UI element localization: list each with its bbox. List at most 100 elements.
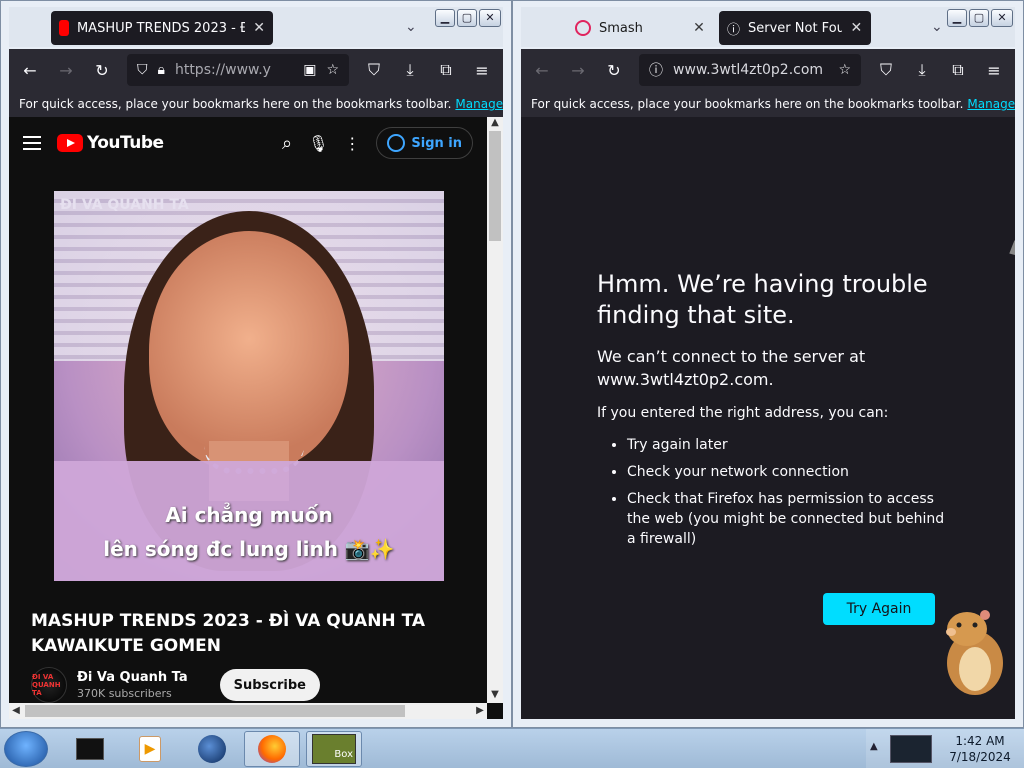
channel-name[interactable]: Đi Va Quanh Ta (77, 670, 188, 685)
url-bar[interactable]: ⛉ 🔒︎ https://www.y ▣ ☆ (127, 54, 349, 86)
terminal-icon[interactable] (62, 731, 118, 767)
scroll-down-icon[interactable]: ▼ (487, 689, 503, 703)
error-heading: Hmm. We’re having trouble finding that s… (597, 270, 928, 329)
tab-title: Smash (599, 20, 643, 36)
tab-smash[interactable]: Smash ✕ (567, 11, 715, 45)
tab-youtube[interactable]: MASHUP TRENDS 2023 - ĐÌ VA QUANH TA ✕ (51, 11, 273, 45)
tab-title: Server Not Found (748, 20, 842, 36)
bookmarks-toolbar: For quick access, place your bookmarks h… (521, 91, 1015, 117)
extensions-icon[interactable]: ⧉ (947, 59, 969, 81)
video-caption-line1: Ai chẳng muốn (165, 503, 333, 527)
url-bar[interactable]: ⓘ www.3wtl4zt0p2.com ☆ (639, 54, 861, 86)
close-tab-icon[interactable]: ✕ (691, 20, 707, 36)
forward-arrow-icon[interactable]: → (567, 59, 589, 81)
clock-time: 1:42 AM (955, 734, 1005, 748)
youtube-page: YouTube ⌕ 🎙︎ ⋮ Sign in ĐI VA QUANH TA Ai… (9, 117, 503, 719)
network-tray-icon[interactable] (890, 735, 932, 763)
back-arrow-icon[interactable]: ← (19, 59, 41, 81)
manage-bookmarks-link[interactable]: Manage bookmarks (455, 97, 503, 111)
clock[interactable]: 1:42 AM 7/18/2024 (940, 733, 1020, 765)
forward-arrow-icon[interactable]: → (55, 59, 77, 81)
reload-icon[interactable]: ↻ (603, 59, 625, 81)
microphone-icon[interactable]: 🎙︎ (308, 134, 328, 153)
url-text[interactable]: https://www.y (175, 62, 271, 78)
bookmark-star-icon[interactable]: ☆ (326, 62, 339, 78)
channel-avatar[interactable]: ĐI VA QUANH TA (31, 667, 67, 703)
horizontal-scrollbar[interactable]: ◀ ▶ (9, 703, 487, 719)
window-caption-buttons: ▁ ▢ ✕ (435, 9, 501, 27)
close-tab-icon[interactable]: ✕ (253, 20, 265, 36)
start-orb-icon[interactable] (4, 731, 48, 767)
list-tabs-chevron-icon[interactable]: ⌄ (931, 19, 943, 35)
browser-window-right: Smash ✕ ⓘ Server Not Found ✕ ⌄ ▁ ▢ ✕ ← →… (512, 0, 1024, 728)
picture-in-picture-icon[interactable]: ▣ (303, 62, 316, 78)
firefox-icon[interactable] (244, 731, 300, 767)
info-icon[interactable]: ⓘ (649, 60, 663, 80)
hamster-box-icon[interactable]: Box (306, 731, 362, 767)
error-hint: If you entered the right address, you ca… (597, 405, 889, 421)
search-icon[interactable]: ⌕ (282, 133, 292, 154)
subscriber-count: 370K subscribers (77, 687, 172, 700)
info-icon: ⓘ (727, 22, 741, 38)
url-text[interactable]: www.3wtl4zt0p2.com (673, 62, 823, 78)
lock-icon[interactable]: 🔒︎ (158, 62, 165, 78)
suggestion-item: Check that Firefox has permission to acc… (627, 489, 947, 549)
close-window-button[interactable]: ✕ (479, 9, 501, 27)
video-player[interactable]: ĐI VA QUANH TA Ai chẳng muốn lên sóng đc… (54, 191, 444, 581)
hscrollbar-thumb[interactable] (25, 705, 405, 717)
scroll-left-icon[interactable]: ◀ (9, 703, 23, 719)
video-watermark: ĐI VA QUANH TA (60, 197, 189, 213)
youtube-header: YouTube ⌕ 🎙︎ ⋮ Sign in (9, 117, 487, 169)
back-arrow-icon[interactable]: ← (531, 59, 553, 81)
suggestion-item: Try again later (627, 435, 947, 455)
try-again-button[interactable]: Try Again (823, 593, 935, 625)
clock-date: 7/18/2024 (949, 750, 1011, 764)
mouse-cursor-icon (994, 240, 1015, 272)
close-window-button[interactable]: ✕ (991, 9, 1013, 27)
tab-title: MASHUP TRENDS 2023 - ĐÌ VA QUANH TA (76, 20, 246, 36)
youtube-logo[interactable]: YouTube (57, 133, 164, 153)
scroll-up-icon[interactable]: ▲ (487, 117, 503, 131)
suggestion-item: Check your network connection (627, 462, 947, 482)
pocket-icon[interactable]: ⛉ (875, 59, 897, 81)
downloads-icon[interactable]: ⤓ (399, 59, 421, 81)
error-lead: We can’t connect to the server at www.3w… (597, 347, 866, 389)
tray-expand-icon[interactable]: ▲ (870, 741, 878, 752)
hamster-desktop-pet-icon[interactable] (937, 605, 1011, 697)
tab-server-not-found[interactable]: ⓘ Server Not Found ✕ (719, 11, 871, 45)
list-tabs-chevron-icon[interactable]: ⌄ (405, 19, 417, 35)
error-message: Hmm. We’re having trouble finding that s… (597, 269, 947, 556)
scroll-right-icon[interactable]: ▶ (473, 703, 487, 719)
maximize-button[interactable]: ▢ (969, 9, 989, 27)
bookmarks-hint: For quick access, place your bookmarks h… (531, 97, 964, 111)
nav-toolbar: ← → ↻ ⛉ 🔒︎ https://www.y ▣ ☆ ⛉ ⤓ ⧉ ≡ (9, 49, 503, 91)
extensions-icon[interactable]: ⧉ (435, 59, 457, 81)
media-player-icon[interactable]: ▶ (122, 731, 178, 767)
youtube-favicon-icon (59, 20, 69, 36)
globe-icon[interactable] (184, 731, 240, 767)
minimize-button[interactable]: ▁ (435, 9, 455, 27)
sign-in-button[interactable]: Sign in (376, 127, 473, 159)
more-options-icon[interactable]: ⋮ (344, 134, 360, 153)
vertical-scrollbar[interactable]: ▲ ▼ (487, 117, 503, 703)
youtube-play-icon (57, 134, 83, 152)
nav-toolbar: ← → ↻ ⓘ www.3wtl4zt0p2.com ☆ ⛉ ⤓ ⧉ ≡ (521, 49, 1015, 91)
menu-icon[interactable]: ≡ (983, 59, 1005, 81)
downloads-icon[interactable]: ⤓ (911, 59, 933, 81)
close-tab-icon[interactable]: ✕ (850, 20, 863, 36)
account-icon (387, 134, 406, 152)
maximize-button[interactable]: ▢ (457, 9, 477, 27)
bookmark-star-icon[interactable]: ☆ (838, 62, 851, 78)
minimize-button[interactable]: ▁ (947, 9, 967, 27)
reload-icon[interactable]: ↻ (91, 59, 113, 81)
pocket-icon[interactable]: ⛉ (363, 59, 385, 81)
tab-bar: Smash ✕ ⓘ Server Not Found ✕ ⌄ (521, 7, 1015, 47)
sign-in-label: Sign in (411, 135, 462, 151)
channel-row: ĐI VA QUANH TA Đi Va Quanh Ta 370K subsc… (31, 667, 320, 703)
scrollbar-thumb[interactable] (489, 131, 501, 241)
manage-bookmarks-link[interactable]: Manage bookmarks (967, 97, 1015, 111)
subscribe-button[interactable]: Subscribe (219, 669, 320, 701)
menu-icon[interactable]: ≡ (471, 59, 493, 81)
shield-icon[interactable]: ⛉ (137, 62, 148, 78)
hamburger-menu-icon[interactable] (23, 136, 41, 150)
